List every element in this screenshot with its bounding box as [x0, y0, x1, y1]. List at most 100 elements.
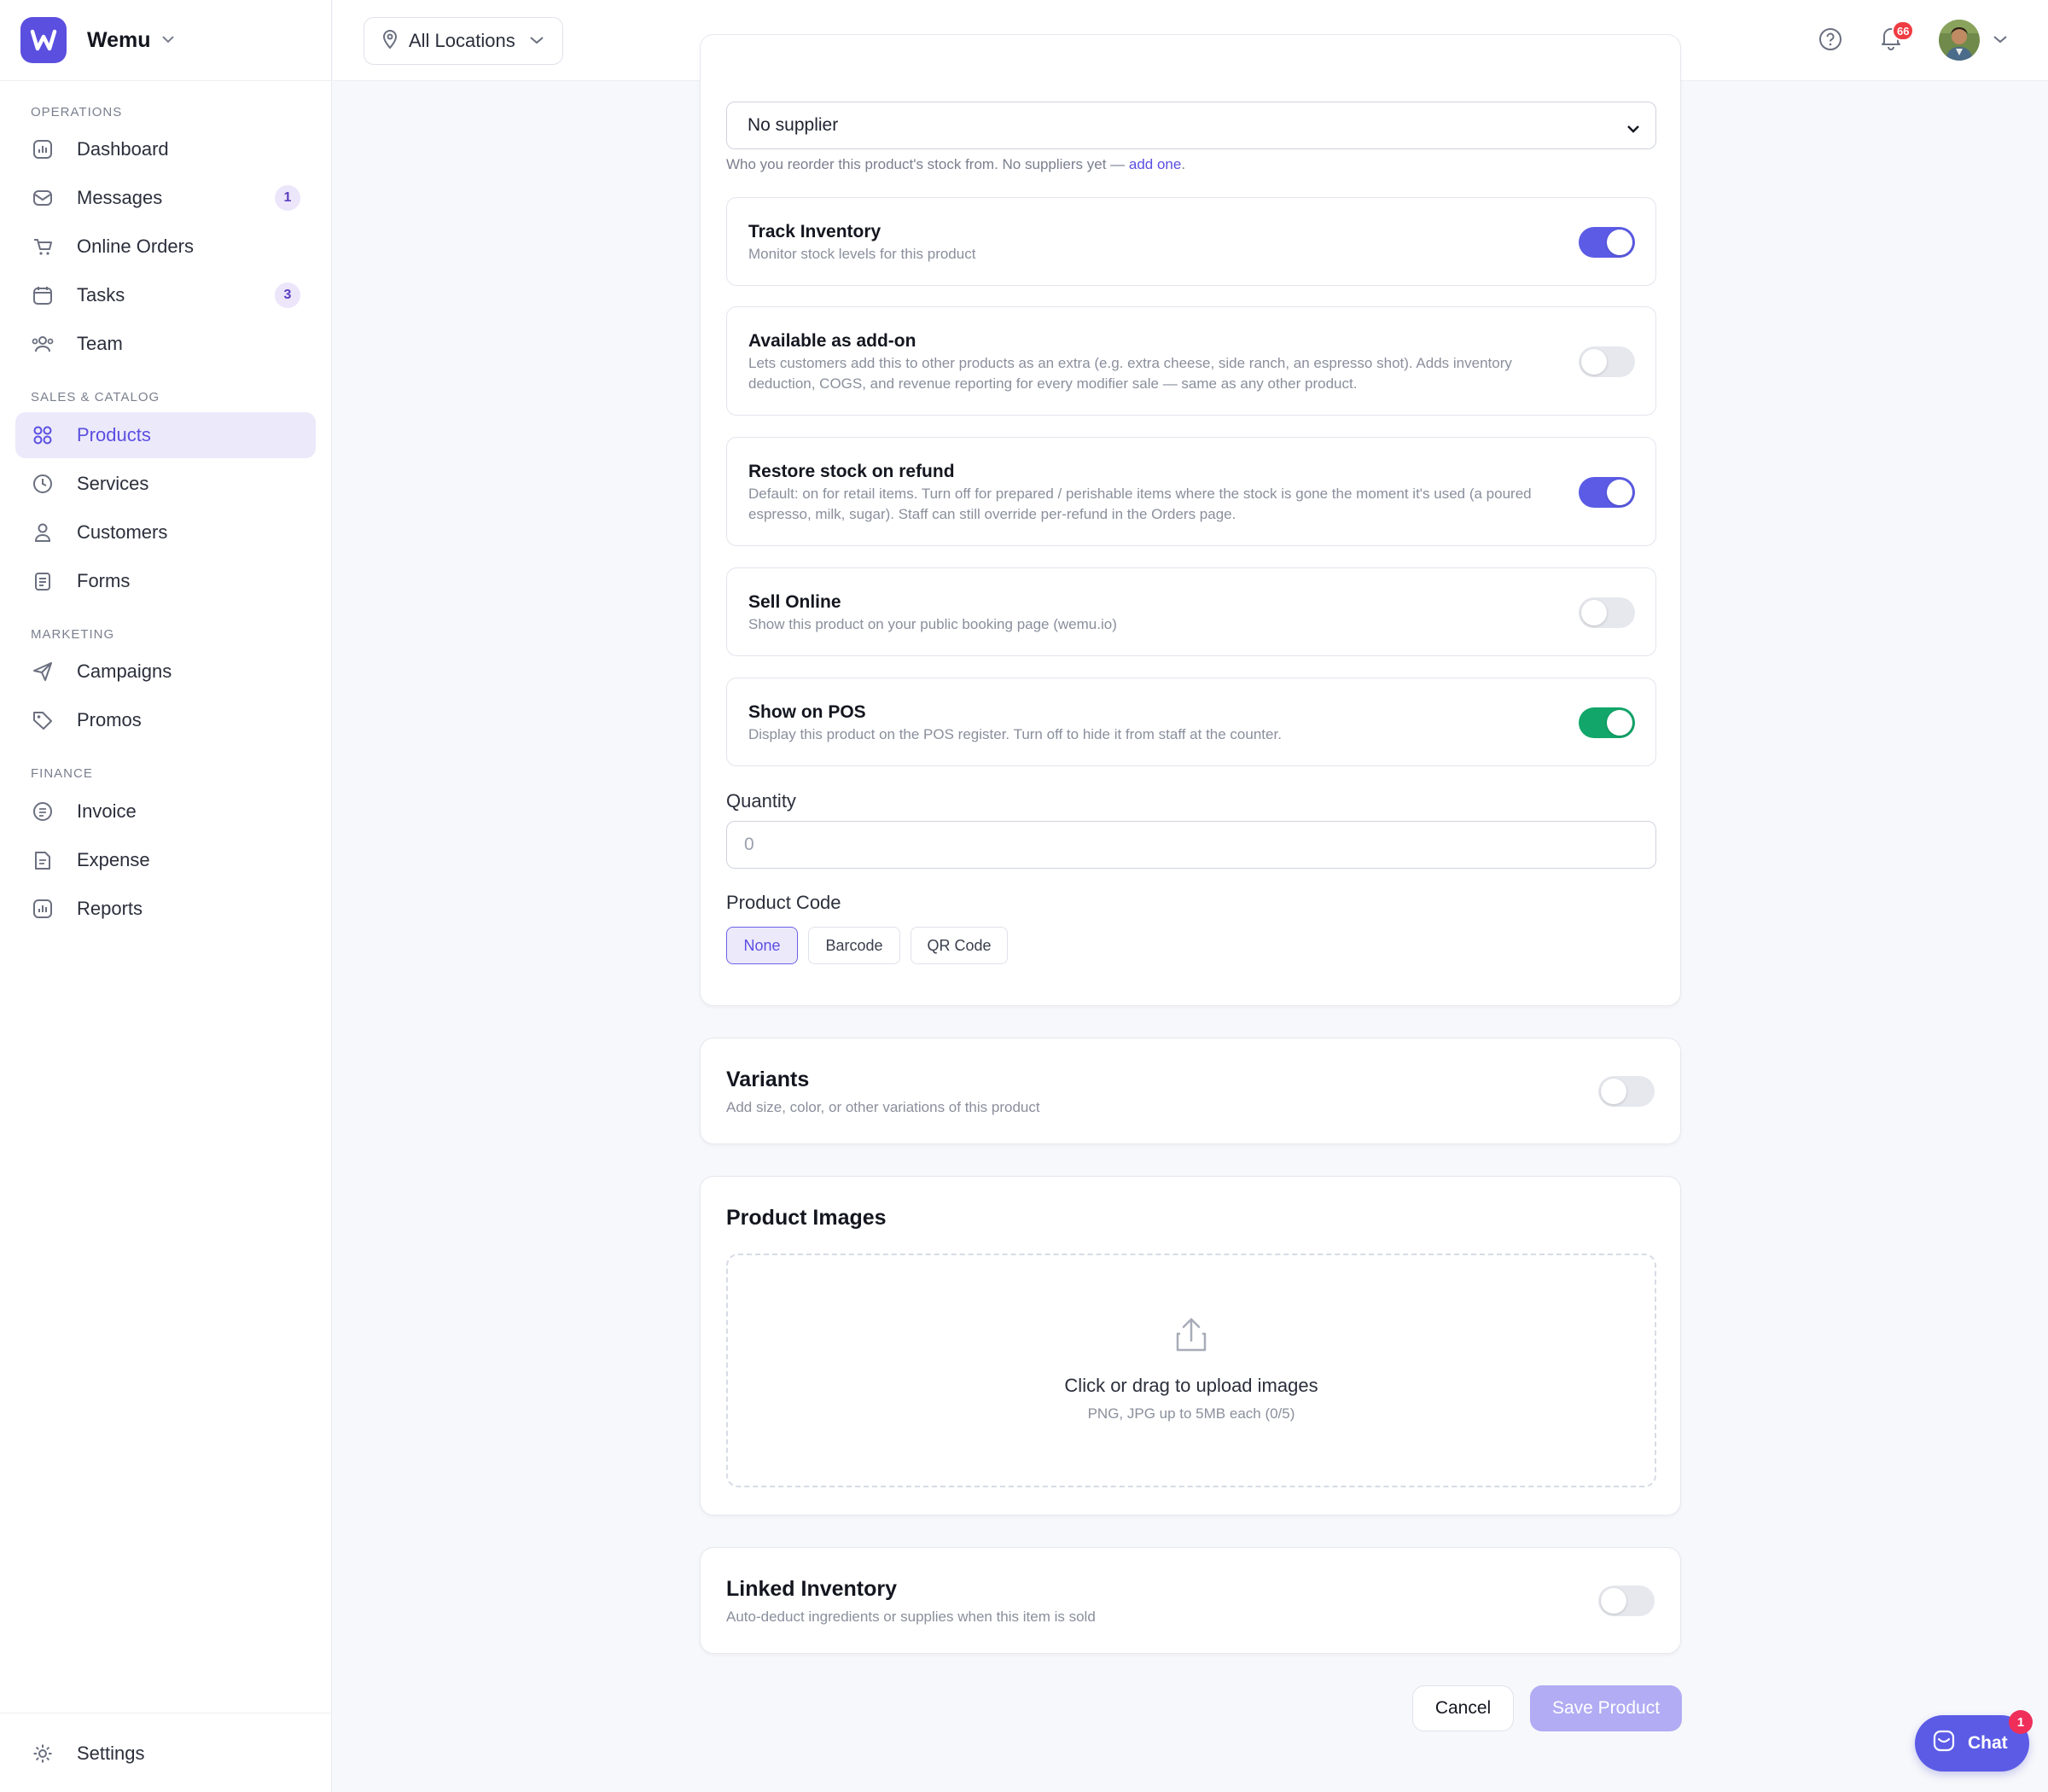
gear-icon — [31, 1742, 55, 1766]
sidebar-item-label: Team — [77, 333, 123, 354]
map-pin-icon — [381, 29, 399, 54]
quantity-input[interactable]: 0 — [726, 821, 1656, 869]
linked-inventory-card: Linked Inventory Auto-deduct ingredients… — [700, 1547, 1681, 1654]
sidebar-item-promos[interactable]: Promos — [15, 697, 316, 743]
sidebar-item-services[interactable]: Services — [15, 461, 316, 507]
option-title: Available as add-on — [748, 331, 916, 351]
upload-subtitle: PNG, JPG up to 5MB each (0/5) — [1087, 1405, 1295, 1422]
avatar[interactable] — [1939, 20, 1980, 61]
nav-section-finance: FINANCE — [31, 766, 93, 781]
notifications-button[interactable]: 66 — [1876, 20, 1915, 55]
tasks-count-badge: 3 — [275, 282, 300, 308]
quantity-label: Quantity — [726, 790, 796, 812]
option-title: Sell Online — [748, 592, 841, 612]
supplier-select[interactable]: No supplier — [726, 102, 1656, 149]
sidebar-item-forms[interactable]: Forms — [15, 558, 316, 604]
supplier-help-end: . — [1181, 156, 1186, 172]
show-on-pos-option: Show on POS Display this product on the … — [726, 678, 1656, 766]
brand-name: Wemu — [87, 27, 151, 52]
sidebar-item-messages[interactable]: Messages 1 — [15, 175, 316, 221]
linked-inventory-title: Linked Inventory — [726, 1577, 898, 1601]
sidebar-item-label: Services — [77, 473, 149, 494]
messages-count-badge: 1 — [275, 185, 300, 211]
variants-toggle[interactable] — [1598, 1076, 1655, 1107]
sidebar-item-invoice[interactable]: Invoice — [15, 788, 316, 835]
option-title: Restore stock on refund — [748, 462, 955, 481]
sidebar-item-customers[interactable]: Customers — [15, 509, 316, 556]
cart-icon — [31, 235, 55, 259]
toggle-knob — [1607, 230, 1632, 255]
manage-suppliers-link[interactable]: Manage suppliers — [1533, 71, 1655, 89]
toggle-knob — [1601, 1079, 1626, 1104]
supplier-select-value: No supplier — [748, 115, 839, 135]
code-option-none[interactable]: None — [726, 927, 798, 964]
add-on-option: Available as add-on Lets customers add t… — [726, 306, 1656, 416]
restore-stock-toggle[interactable] — [1579, 477, 1635, 508]
option-description: Default: on for retail items. Turn off f… — [748, 486, 1532, 522]
product-images-card: Product Images Click or drag to upload i… — [700, 1176, 1681, 1516]
nav-section-operations: OPERATIONS — [31, 105, 123, 119]
tag-icon — [31, 708, 55, 732]
chat-label: Chat — [1968, 1733, 2008, 1753]
location-selector[interactable]: All Locations — [364, 17, 563, 65]
invoice-icon — [31, 800, 55, 823]
chevron-down-icon[interactable] — [1993, 32, 2008, 48]
expense-icon — [31, 848, 55, 872]
sidebar-item-settings[interactable]: Settings — [15, 1731, 316, 1777]
show-on-pos-toggle[interactable] — [1579, 707, 1635, 738]
code-option-barcode[interactable]: Barcode — [808, 927, 900, 964]
sidebar-item-label: Reports — [77, 898, 143, 919]
sidebar-item-label: Promos — [77, 709, 142, 730]
supplier-help-text: Who you reorder this product's stock fro… — [726, 156, 1185, 173]
chevron-down-icon — [161, 32, 175, 48]
upload-icon — [1172, 1315, 1211, 1359]
add-on-toggle[interactable] — [1579, 346, 1635, 377]
clipboard-icon — [31, 569, 55, 593]
sidebar-item-tasks[interactable]: Tasks 3 — [15, 272, 316, 318]
sell-online-toggle[interactable] — [1579, 597, 1635, 628]
help-icon[interactable] — [1815, 24, 1846, 55]
option-description: Show this product on your public booking… — [748, 616, 1117, 632]
variants-description: Add size, color, or other variations of … — [726, 1099, 1040, 1115]
product-code-label: Product Code — [726, 892, 841, 913]
sidebar-item-label: Products — [77, 424, 151, 445]
code-option-qr-code[interactable]: QR Code — [911, 927, 1008, 964]
supplier-help: Who you reorder this product's stock fro… — [726, 156, 1126, 172]
sidebar-item-dashboard[interactable]: Dashboard — [15, 126, 316, 172]
cancel-button[interactable]: Cancel — [1412, 1685, 1514, 1731]
team-icon — [31, 332, 55, 356]
chat-badge: 1 — [2009, 1710, 2033, 1734]
sidebar-item-label: Dashboard — [77, 138, 169, 160]
notification-count-badge: 66 — [1892, 20, 1915, 41]
sidebar-item-reports[interactable]: Reports — [15, 886, 316, 932]
save-product-button[interactable]: Save Product — [1530, 1685, 1682, 1731]
chevron-down-icon — [1626, 118, 1640, 138]
toggle-knob — [1601, 1588, 1626, 1614]
brand-switcher[interactable]: Wemu — [0, 0, 331, 81]
track-inventory-option: Track Inventory Monitor stock levels for… — [726, 197, 1656, 286]
sidebar-item-label: Online Orders — [77, 236, 194, 257]
track-inventory-toggle[interactable] — [1579, 227, 1635, 258]
variants-card: Variants Add size, color, or other varia… — [700, 1038, 1681, 1144]
chart-icon — [31, 897, 55, 921]
sidebar-item-online-orders[interactable]: Online Orders — [15, 224, 316, 270]
sidebar-item-campaigns[interactable]: Campaigns — [15, 649, 316, 695]
sidebar-item-label: Campaigns — [77, 660, 172, 682]
chart-icon — [31, 137, 55, 161]
chevron-down-icon — [529, 33, 544, 49]
option-description: Lets customers add this to other product… — [748, 355, 1512, 392]
product-images-title: Product Images — [726, 1206, 887, 1230]
sidebar-item-team[interactable]: Team — [15, 321, 316, 367]
option-title: Show on POS — [748, 702, 866, 722]
upload-title: Click or drag to upload images — [1064, 1375, 1318, 1396]
sidebar-item-products[interactable]: Products — [15, 412, 316, 458]
inventory-card: Supplier (optional) Manage suppliers No … — [700, 34, 1681, 1006]
nav-section-marketing: MARKETING — [31, 627, 115, 642]
add-supplier-link[interactable]: add one — [1129, 156, 1181, 172]
sidebar-item-expense[interactable]: Expense — [15, 837, 316, 883]
clock-icon — [31, 472, 55, 496]
chat-icon — [1932, 1729, 1956, 1758]
linked-inventory-toggle[interactable] — [1598, 1585, 1655, 1616]
send-icon — [31, 660, 55, 684]
image-upload-dropzone[interactable]: Click or drag to upload images PNG, JPG … — [726, 1254, 1656, 1487]
